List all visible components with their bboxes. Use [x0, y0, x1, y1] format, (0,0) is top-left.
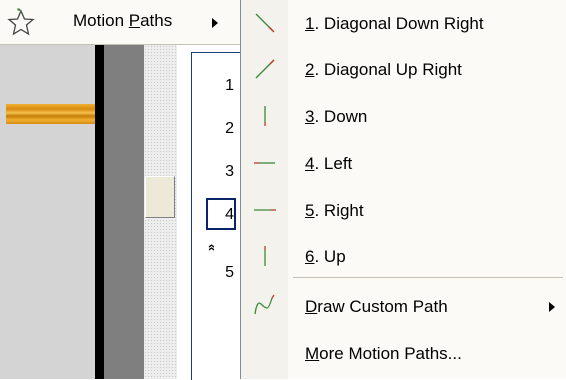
- order-number-1[interactable]: 1: [198, 77, 234, 95]
- menu-separator: [293, 277, 563, 278]
- right-path-icon: [254, 209, 276, 211]
- divider-bar: [95, 45, 104, 379]
- submenu-arrow-icon: [549, 302, 555, 312]
- menu-item-right[interactable]: 5. Right: [241, 188, 566, 234]
- menu-item-label: 5. Right: [305, 201, 364, 220]
- order-number-2[interactable]: 2: [198, 120, 234, 138]
- menu-item-draw-custom-path[interactable]: Draw Custom Path: [241, 284, 566, 330]
- motion-paths-menu-item[interactable]: Motion Paths: [0, 0, 240, 45]
- left-path-icon: [254, 162, 275, 164]
- motion-paths-submenu: 1. Diagonal Down Right 2. Diagonal Up Ri…: [240, 0, 566, 379]
- menu-item-diagonal-down-right[interactable]: 1. Diagonal Down Right: [241, 1, 566, 47]
- order-number-4[interactable]: 4: [198, 206, 234, 224]
- diagonal-down-right-icon: [255, 13, 275, 33]
- submenu-arrow-icon: [212, 18, 218, 28]
- up-path-icon: [264, 246, 266, 266]
- menu-item-label: 4. Left: [305, 154, 353, 173]
- motion-paths-label: Motion Paths: [73, 11, 173, 30]
- menu-item-up[interactable]: 6. Up: [241, 234, 566, 280]
- custom-path-icon: [254, 294, 275, 315]
- menu-item-label: 6. Up: [305, 247, 346, 266]
- slide-thumbnail-area: [0, 45, 95, 379]
- panel-gap: [177, 45, 191, 379]
- menu-item-left[interactable]: 4. Left: [241, 141, 566, 187]
- menu-item-label: 1. Diagonal Down Right: [305, 14, 484, 33]
- slide-decoration-bar: [6, 104, 95, 124]
- star-icon: [7, 8, 35, 36]
- menu-item-label: 2. Diagonal Up Right: [305, 60, 462, 79]
- menu-item-down[interactable]: 3. Down: [241, 94, 566, 140]
- down-path-icon: [264, 106, 266, 126]
- order-number-5[interactable]: 5: [198, 264, 234, 282]
- diagonal-up-right-icon: [255, 59, 275, 79]
- gray-panel: [104, 45, 144, 379]
- menu-item-label: Draw Custom Path: [305, 297, 448, 316]
- menu-item-more-motion-paths[interactable]: More Motion Paths...: [241, 331, 566, 377]
- menu-item-label: More Motion Paths...: [305, 344, 462, 363]
- expand-chevron-icon[interactable]: »: [203, 244, 218, 251]
- scrollbar-thumb[interactable]: [145, 176, 175, 218]
- order-number-3[interactable]: 3: [198, 163, 234, 181]
- menu-item-diagonal-up-right[interactable]: 2. Diagonal Up Right: [241, 47, 566, 93]
- menu-item-label: 3. Down: [305, 107, 368, 126]
